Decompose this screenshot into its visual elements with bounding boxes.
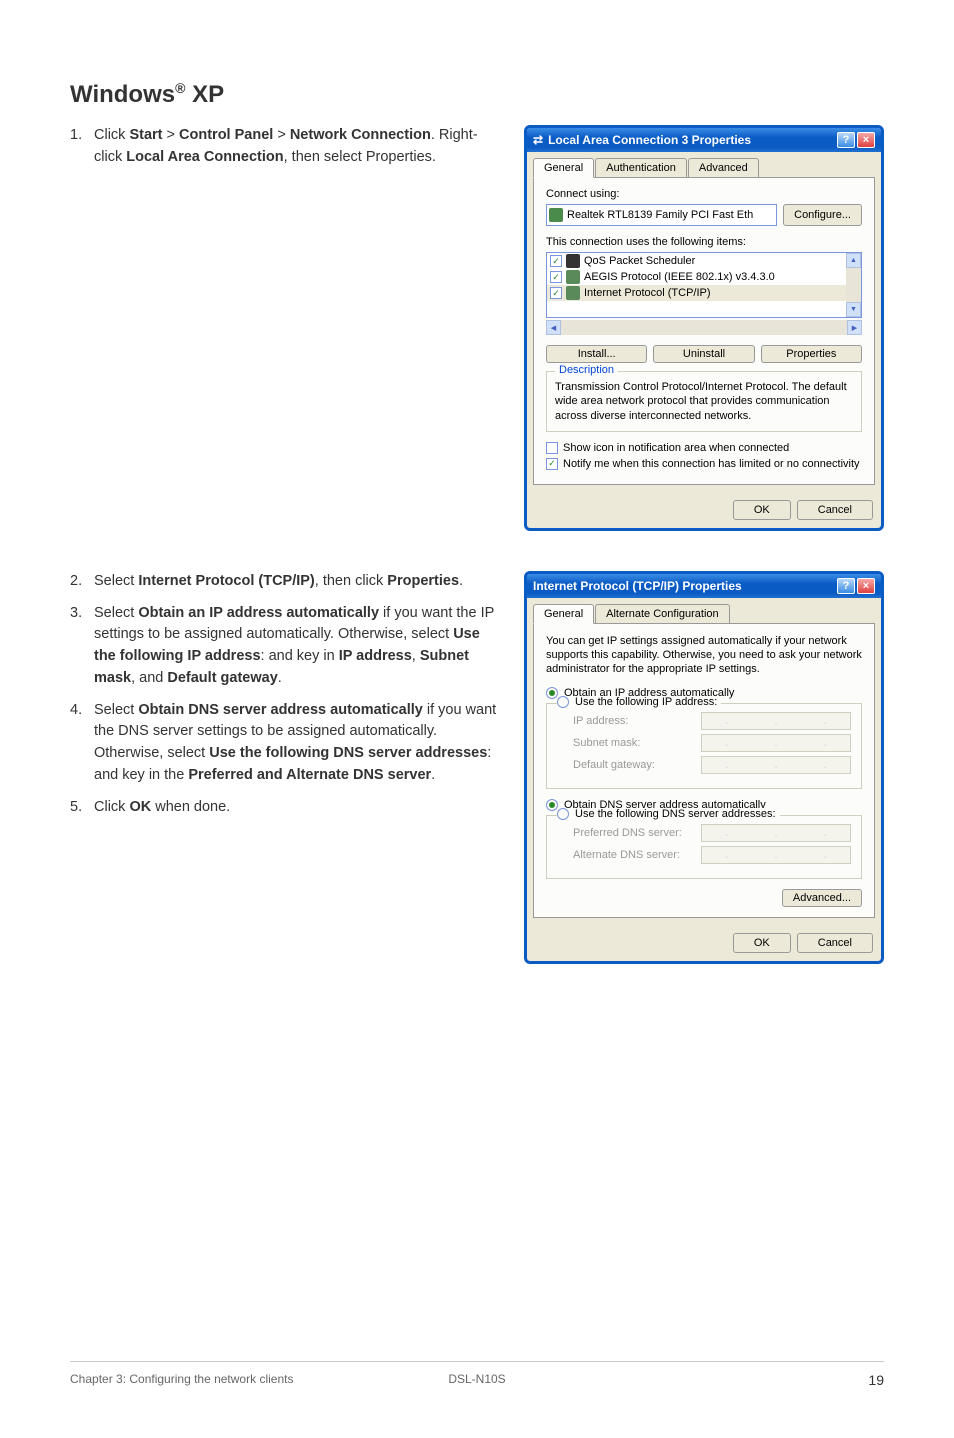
intro-text: You can get IP settings assigned automat…	[546, 634, 862, 677]
help-button[interactable]: ?	[837, 578, 855, 594]
close-button[interactable]: ×	[857, 578, 875, 594]
subnet-input: ...	[701, 734, 851, 752]
tab-general[interactable]: General	[533, 604, 594, 624]
use-dns-label: Use the following DNS server addresses:	[575, 808, 776, 820]
step-text: Click OK when done.	[94, 797, 230, 819]
use-ip-label: Use the following IP address:	[575, 696, 717, 708]
show-icon-label: Show icon in notification area when conn…	[563, 442, 789, 454]
step-number: 3.	[70, 603, 94, 690]
ok-button[interactable]: OK	[733, 500, 791, 520]
gateway-input: ...	[701, 756, 851, 774]
item-label: QoS Packet Scheduler	[584, 255, 695, 267]
notify-label: Notify me when this connection has limit…	[563, 458, 860, 470]
tab-general[interactable]: General	[533, 158, 594, 178]
item-label: Internet Protocol (TCP/IP)	[584, 287, 711, 299]
ip-address-label: IP address:	[573, 715, 628, 727]
cancel-button[interactable]: Cancel	[797, 500, 873, 520]
dialog-titlebar: Internet Protocol (TCP/IP) Properties ? …	[527, 574, 881, 598]
footer-chapter: Chapter 3: Configuring the network clien…	[70, 1372, 293, 1388]
dialog-title: Local Area Connection 3 Properties	[548, 133, 751, 147]
step-number: 1.	[70, 125, 94, 169]
scrollbar-vertical[interactable]: ▲ ▼	[846, 253, 861, 317]
dialog-title: Internet Protocol (TCP/IP) Properties	[533, 579, 742, 593]
checkbox-icon[interactable]: ✓	[550, 287, 562, 299]
items-label: This connection uses the following items…	[546, 236, 862, 248]
advanced-button[interactable]: Advanced...	[782, 889, 862, 907]
connect-using-label: Connect using:	[546, 188, 862, 200]
tcpip-icon	[566, 286, 580, 300]
step-text: Select Obtain an IP address automaticall…	[94, 603, 504, 690]
step-text: Click Start > Control Panel > Network Co…	[94, 125, 504, 169]
network-icon: ⇄	[533, 133, 543, 147]
adapter-icon	[549, 208, 563, 222]
configure-button[interactable]: Configure...	[783, 204, 862, 226]
radio-use-dns[interactable]	[557, 808, 569, 820]
alternate-dns-label: Alternate DNS server:	[573, 849, 680, 861]
page-heading: Windows® XP	[70, 80, 884, 109]
radio-use-ip[interactable]	[557, 696, 569, 708]
description-legend: Description	[555, 364, 618, 376]
tcpip-properties-dialog: Internet Protocol (TCP/IP) Properties ? …	[524, 571, 884, 964]
step-text: Select Obtain DNS server address automat…	[94, 700, 504, 787]
scrollbar-horizontal[interactable]: ◀ ▶	[546, 320, 862, 335]
checkbox-icon[interactable]: ✓	[550, 271, 562, 283]
local-area-connection-dialog: ⇄ Local Area Connection 3 Properties ? ×…	[524, 125, 884, 531]
step-number: 4.	[70, 700, 94, 787]
tab-authentication[interactable]: Authentication	[595, 158, 687, 178]
preferred-dns-label: Preferred DNS server:	[573, 827, 682, 839]
alternate-dns-input: ...	[701, 846, 851, 864]
ok-button[interactable]: OK	[733, 933, 791, 953]
step-text: Select Internet Protocol (TCP/IP), then …	[94, 571, 463, 593]
scheduler-icon	[566, 254, 580, 268]
items-list[interactable]: ✓ QoS Packet Scheduler ✓ AEGIS Protocol …	[546, 252, 862, 318]
adapter-name: Realtek RTL8139 Family PCI Fast Eth	[567, 209, 753, 221]
adapter-field: Realtek RTL8139 Family PCI Fast Eth	[546, 204, 777, 226]
step-number: 2.	[70, 571, 94, 593]
close-button[interactable]: ×	[857, 132, 875, 148]
ip-address-input: ...	[701, 712, 851, 730]
dialog-titlebar: ⇄ Local Area Connection 3 Properties ? ×	[527, 128, 881, 152]
uninstall-button[interactable]: Uninstall	[653, 345, 754, 363]
checkbox-icon[interactable]: ✓	[550, 255, 562, 267]
footer-page-number: 19	[868, 1372, 884, 1388]
checkbox-icon[interactable]	[546, 442, 558, 454]
item-label: AEGIS Protocol (IEEE 802.1x) v3.4.3.0	[584, 271, 775, 283]
scroll-right-icon[interactable]: ▶	[847, 320, 862, 335]
footer-model: DSL-N10S	[448, 1372, 505, 1386]
scroll-down-icon[interactable]: ▼	[846, 302, 861, 317]
checkbox-icon[interactable]: ✓	[546, 458, 558, 470]
scroll-up-icon[interactable]: ▲	[846, 253, 861, 268]
help-button[interactable]: ?	[837, 132, 855, 148]
cancel-button[interactable]: Cancel	[797, 933, 873, 953]
properties-button[interactable]: Properties	[761, 345, 862, 363]
scroll-left-icon[interactable]: ◀	[546, 320, 561, 335]
gateway-label: Default gateway:	[573, 759, 655, 771]
install-button[interactable]: Install...	[546, 345, 647, 363]
subnet-label: Subnet mask:	[573, 737, 640, 749]
preferred-dns-input: ...	[701, 824, 851, 842]
step-number: 5.	[70, 797, 94, 819]
tab-alternate[interactable]: Alternate Configuration	[595, 604, 730, 624]
protocol-icon	[566, 270, 580, 284]
tab-advanced[interactable]: Advanced	[688, 158, 759, 178]
description-text: Transmission Control Protocol/Internet P…	[555, 380, 853, 423]
page-footer: Chapter 3: Configuring the network clien…	[70, 1361, 884, 1388]
